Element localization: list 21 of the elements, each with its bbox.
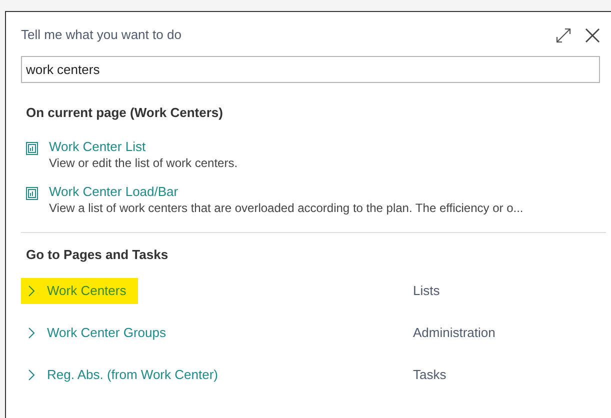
page-link[interactable]: Reg. Abs. (from Work Center) <box>21 362 230 388</box>
report-icon <box>26 142 38 154</box>
section-heading: Go to Pages and Tasks <box>26 246 170 264</box>
report-icon <box>26 186 38 200</box>
category-label: Administration <box>413 324 496 342</box>
result-description: View a list of work centers that are overloaded according to the plan. The efficiency or o... <box>49 200 524 216</box>
chevron-right-icon <box>28 327 35 339</box>
category-label: Lists <box>413 282 441 300</box>
result-link[interactable]: Work Center List <box>49 138 238 154</box>
category-label: Tasks <box>413 366 448 384</box>
search-field[interactable]: work centers <box>21 56 600 83</box>
chevron-right-icon <box>28 369 35 381</box>
page-link[interactable]: Work Center Groups <box>21 320 178 346</box>
expand-icon[interactable] <box>556 28 571 42</box>
result-link[interactable]: Work Center Load/Bar <box>49 184 524 200</box>
chevron-right-icon <box>28 285 35 297</box>
page-link[interactable]: Work Centers <box>21 278 138 304</box>
result-description: View or edit the list of work centers. <box>49 154 238 170</box>
close-icon[interactable] <box>585 28 600 42</box>
dialog-title: Tell me what you want to do <box>21 26 182 44</box>
section-heading: On current page (Work Centers) <box>26 104 224 122</box>
